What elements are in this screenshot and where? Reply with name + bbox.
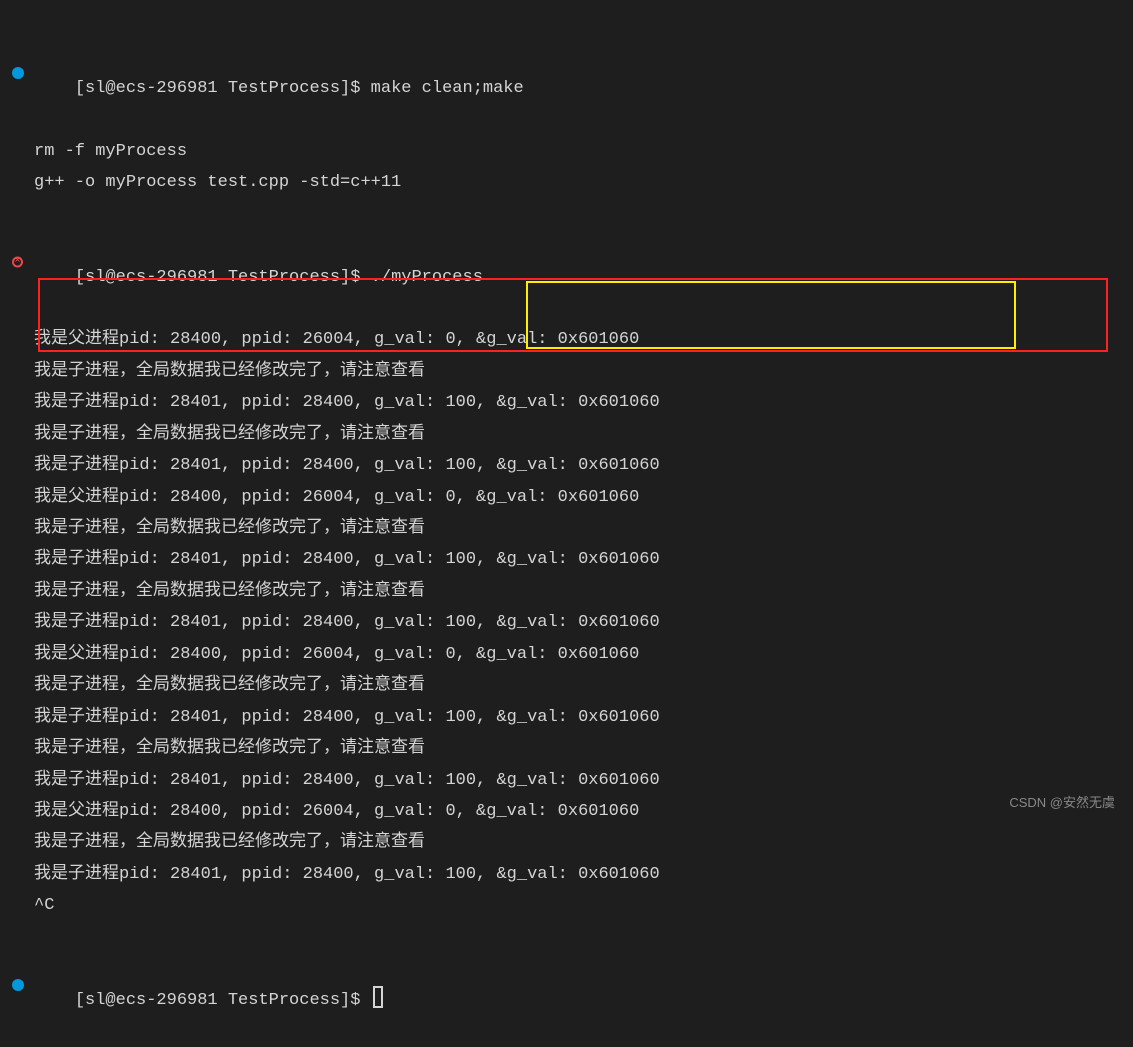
output-text: 我是子进程，全局数据我已经修改完了，请注意查看 bbox=[34, 833, 425, 852]
output-text: 我是父进程pid: 28400, ppid: 26004, g_val: 0, … bbox=[34, 645, 639, 664]
error-dot-icon bbox=[12, 256, 23, 267]
terminal-line: 我是子进程，全局数据我已经修改完了，请注意查看 bbox=[10, 733, 1123, 764]
prompt: [sl@ecs-296981 TestProcess]$ bbox=[75, 991, 371, 1010]
terminal-line: 我是子进程pid: 28401, ppid: 28400, g_val: 100… bbox=[10, 544, 1123, 575]
output-text: 我是子进程pid: 28401, ppid: 28400, g_val: 100… bbox=[34, 393, 660, 412]
output-text: ^C bbox=[34, 896, 54, 915]
terminal-line: 我是子进程，全局数据我已经修改完了，请注意查看 bbox=[10, 576, 1123, 607]
terminal-line: 我是父进程pid: 28400, ppid: 26004, g_val: 0, … bbox=[10, 324, 1123, 355]
terminal-line: 我是子进程，全局数据我已经修改完了，请注意查看 bbox=[10, 356, 1123, 387]
prompt: [sl@ecs-296981 TestProcess]$ bbox=[75, 268, 371, 287]
terminal-line: 我是子进程pid: 28401, ppid: 28400, g_val: 100… bbox=[10, 765, 1123, 796]
output-text: 我是子进程，全局数据我已经修改完了，请注意查看 bbox=[34, 519, 425, 538]
terminal-line: 我是父进程pid: 28400, ppid: 26004, g_val: 0, … bbox=[10, 639, 1123, 670]
output-text: 我是父进程pid: 28400, ppid: 26004, g_val: 0, … bbox=[34, 488, 639, 507]
terminal-line: 我是子进程pid: 28401, ppid: 28400, g_val: 100… bbox=[10, 859, 1123, 890]
terminal-line: 我是父进程pid: 28400, ppid: 26004, g_val: 0, … bbox=[10, 482, 1123, 513]
output-text: 我是子进程pid: 28401, ppid: 28400, g_val: 100… bbox=[34, 865, 660, 884]
terminal-line: g++ -o myProcess test.cpp -std=c++11 bbox=[10, 167, 1123, 198]
output-text: 我是父进程pid: 28400, ppid: 26004, g_val: 0, … bbox=[34, 802, 639, 821]
terminal-line: 我是子进程pid: 28401, ppid: 28400, g_val: 100… bbox=[10, 607, 1123, 638]
terminal-line: rm -f myProcess bbox=[10, 136, 1123, 167]
output-text: 我是子进程pid: 28401, ppid: 28400, g_val: 100… bbox=[34, 771, 660, 790]
output-text: 我是子进程pid: 28401, ppid: 28400, g_val: 100… bbox=[34, 456, 660, 475]
terminal[interactable]: [sl@ecs-296981 TestProcess]$ make clean;… bbox=[10, 10, 1123, 1047]
terminal-line: 我是子进程pid: 28401, ppid: 28400, g_val: 100… bbox=[10, 450, 1123, 481]
terminal-line: 我是子进程，全局数据我已经修改完了，请注意查看 bbox=[10, 419, 1123, 450]
command-text: make clean;make bbox=[371, 79, 524, 98]
output-text: 我是子进程，全局数据我已经修改完了，请注意查看 bbox=[34, 362, 425, 381]
terminal-line: 我是父进程pid: 28400, ppid: 26004, g_val: 0, … bbox=[10, 796, 1123, 827]
output-text: 我是子进程，全局数据我已经修改完了，请注意查看 bbox=[34, 582, 425, 601]
output-text: rm -f myProcess bbox=[34, 142, 187, 161]
output-text: g++ -o myProcess test.cpp -std=c++11 bbox=[34, 173, 401, 192]
terminal-line: 我是子进程pid: 28401, ppid: 28400, g_val: 100… bbox=[10, 387, 1123, 418]
terminal-line: 我是子进程，全局数据我已经修改完了，请注意查看 bbox=[10, 670, 1123, 701]
status-dot-icon bbox=[12, 979, 24, 991]
terminal-line: ^C bbox=[10, 890, 1123, 921]
output-text: 我是父进程pid: 28400, ppid: 26004, g_val: 0, … bbox=[34, 330, 639, 349]
terminal-line: [sl@ecs-296981 TestProcess]$ bbox=[10, 922, 1123, 1047]
cursor-icon bbox=[373, 986, 383, 1008]
watermark-text: CSDN @安然无虞 bbox=[1009, 791, 1115, 815]
terminal-line: 我是子进程，全局数据我已经修改完了，请注意查看 bbox=[10, 827, 1123, 858]
output-text: 我是子进程pid: 28401, ppid: 28400, g_val: 100… bbox=[34, 613, 660, 632]
output-text: 我是子进程，全局数据我已经修改完了，请注意查看 bbox=[34, 676, 425, 695]
terminal-line: [sl@ecs-296981 TestProcess]$ ./myProcess bbox=[10, 199, 1123, 325]
output-text: 我是子进程pid: 28401, ppid: 28400, g_val: 100… bbox=[34, 708, 660, 727]
prompt: [sl@ecs-296981 TestProcess]$ bbox=[75, 79, 371, 98]
terminal-line: [sl@ecs-296981 TestProcess]$ make clean;… bbox=[10, 10, 1123, 136]
status-dot-icon bbox=[12, 67, 24, 79]
output-text: 我是子进程，全局数据我已经修改完了，请注意查看 bbox=[34, 425, 425, 444]
output-text: 我是子进程pid: 28401, ppid: 28400, g_val: 100… bbox=[34, 550, 660, 569]
terminal-line: 我是子进程，全局数据我已经修改完了，请注意查看 bbox=[10, 513, 1123, 544]
command-text: ./myProcess bbox=[371, 268, 483, 287]
output-text: 我是子进程，全局数据我已经修改完了，请注意查看 bbox=[34, 739, 425, 758]
terminal-line: 我是子进程pid: 28401, ppid: 28400, g_val: 100… bbox=[10, 702, 1123, 733]
